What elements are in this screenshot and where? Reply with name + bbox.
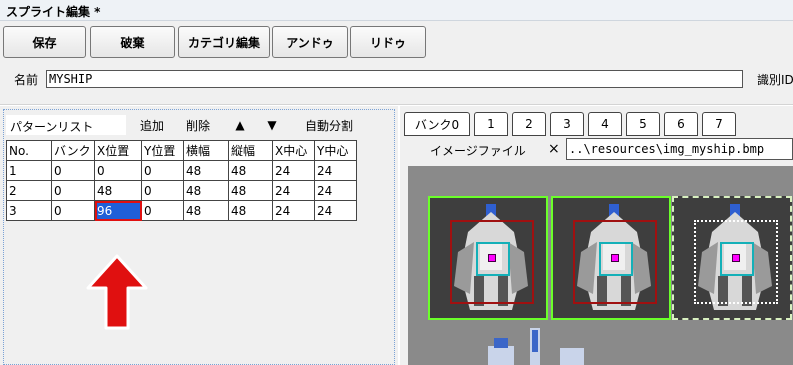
col-center-x[interactable]: X中心	[272, 140, 315, 161]
table-cell[interactable]: 0	[51, 160, 95, 181]
auto-split-button[interactable]: 自動分割	[296, 115, 362, 135]
divider	[0, 95, 793, 105]
pattern-list-title: パターンリスト	[6, 115, 126, 135]
pattern-list-panel: パターンリスト 追加 削除 ▲ ▼ 自動分割 No. バンク X位置 Y位置 横…	[0, 106, 398, 365]
col-x[interactable]: X位置	[94, 140, 142, 161]
sprite-canvas[interactable]	[408, 166, 793, 365]
col-width[interactable]: 横幅	[183, 140, 229, 161]
col-y[interactable]: Y位置	[141, 140, 184, 161]
add-pattern-button[interactable]: 追加	[132, 115, 172, 135]
table-cell[interactable]: 3	[6, 200, 52, 221]
table-cell[interactable]: 48	[228, 180, 273, 201]
pattern-table: No. バンク X位置 Y位置 横幅 縦幅 X中心 Y中心 1 0 0 0 48…	[6, 140, 357, 221]
table-cell[interactable]: 48	[183, 180, 229, 201]
edit-category-button[interactable]: カテゴリ編集	[178, 26, 270, 58]
move-down-button[interactable]: ▼	[258, 115, 286, 135]
sprite-frame-3-selected[interactable]	[672, 196, 792, 320]
name-label: 名前	[14, 73, 39, 87]
table-row[interactable]: 1 0 0 0 48 48 24 24	[6, 160, 357, 181]
table-cell[interactable]: 0	[94, 160, 142, 181]
toolbar: 保存 破棄 カテゴリ編集 アンドゥ リドゥ	[0, 21, 793, 65]
name-field[interactable]: MYSHIP	[46, 70, 743, 88]
col-no[interactable]: No.	[6, 140, 52, 161]
table-cell[interactable]: 48	[228, 200, 273, 221]
table-cell[interactable]: 24	[314, 160, 357, 181]
table-cell[interactable]: 48	[228, 160, 273, 181]
sprite-frame-1[interactable]	[428, 196, 548, 320]
table-cell[interactable]: 24	[314, 180, 357, 201]
selected-cell-x-position[interactable]: 96	[94, 200, 142, 221]
delete-pattern-button[interactable]: 削除	[178, 115, 218, 135]
tab-bank0[interactable]: バンク0	[404, 112, 470, 136]
table-cell[interactable]: 0	[141, 180, 184, 201]
tab-bank4[interactable]: 4	[588, 112, 622, 136]
center-point[interactable]	[732, 254, 740, 262]
sprite-frame-2[interactable]	[551, 196, 671, 320]
table-cell[interactable]: 0	[141, 160, 184, 181]
id-label: 識別ID	[757, 73, 793, 87]
discard-button[interactable]: 破棄	[90, 26, 175, 58]
tab-bank5[interactable]: 5	[626, 112, 660, 136]
move-up-button[interactable]: ▲	[226, 115, 254, 135]
table-cell[interactable]: 2	[6, 180, 52, 201]
table-cell[interactable]: 0	[141, 200, 184, 221]
table-header-row: No. バンク X位置 Y位置 横幅 縦幅 X中心 Y中心	[6, 140, 357, 161]
table-row[interactable]: 2 0 48 0 48 48 24 24	[6, 180, 357, 201]
ship-sprite-partial-icon	[488, 328, 584, 365]
undo-button[interactable]: アンドゥ	[272, 26, 348, 58]
table-cell[interactable]: 48	[183, 160, 229, 181]
window-title: スプライト編集 *	[0, 0, 793, 21]
col-height[interactable]: 縦幅	[228, 140, 273, 161]
table-cell[interactable]: 24	[272, 200, 315, 221]
tab-bank6[interactable]: 6	[664, 112, 698, 136]
col-bank[interactable]: バンク	[51, 140, 95, 161]
table-cell[interactable]: 24	[314, 200, 357, 221]
tab-bank3[interactable]: 3	[550, 112, 584, 136]
tab-bank1[interactable]: 1	[474, 112, 508, 136]
table-cell[interactable]: 0	[51, 200, 95, 221]
image-path-field[interactable]: ..\resources\img_myship.bmp	[566, 138, 793, 160]
image-file-label: イメージファイル	[430, 144, 526, 158]
col-center-y[interactable]: Y中心	[314, 140, 357, 161]
close-icon[interactable]: ×	[548, 141, 560, 157]
bank-panel: バンク0 1 2 3 4 5 6 7 イメージファイル × ..\resourc…	[400, 106, 793, 365]
table-cell[interactable]: 24	[272, 180, 315, 201]
table-cell[interactable]: 1	[6, 160, 52, 181]
tab-bank7[interactable]: 7	[702, 112, 736, 136]
tab-bank2[interactable]: 2	[512, 112, 546, 136]
table-cell[interactable]: 48	[94, 180, 142, 201]
name-row: 名前 MYSHIP 識別ID	[0, 65, 793, 95]
redo-button[interactable]: リドゥ	[350, 26, 426, 58]
red-arrow-annotation	[86, 254, 148, 330]
save-button[interactable]: 保存	[3, 26, 86, 58]
table-cell[interactable]: 24	[272, 160, 315, 181]
center-point[interactable]	[611, 254, 619, 262]
table-row[interactable]: 3 0 96 0 48 48 24 24	[6, 200, 357, 221]
table-cell[interactable]: 0	[51, 180, 95, 201]
center-point[interactable]	[488, 254, 496, 262]
table-cell[interactable]: 48	[183, 200, 229, 221]
